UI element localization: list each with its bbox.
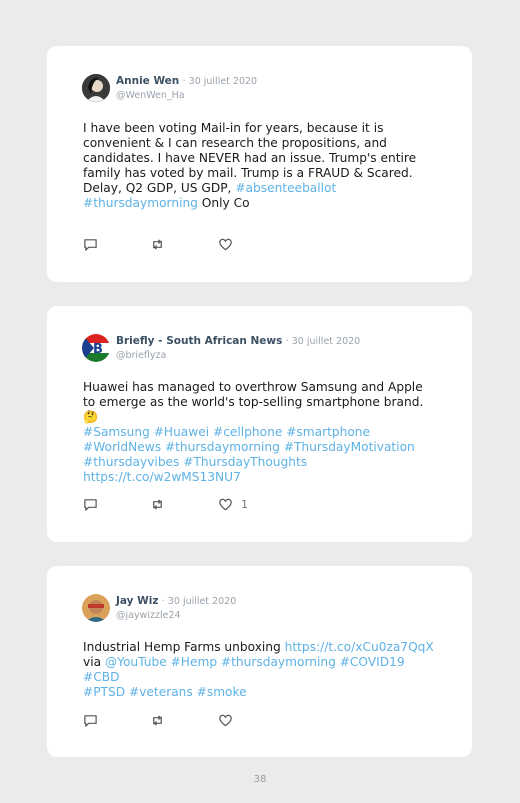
tweet-text-content: Huawei has managed to overthrow Samsung … xyxy=(83,380,424,424)
author-name[interactable]: Annie Wen xyxy=(116,75,179,87)
reply-button[interactable] xyxy=(83,497,98,512)
hashtag-link[interactable]: #absenteeballot xyxy=(235,181,336,195)
reply-button[interactable] xyxy=(83,713,98,728)
retweet-button[interactable] xyxy=(150,237,165,252)
avatar[interactable] xyxy=(82,74,110,102)
tweet-text: I have been voting Mail-in for years, be… xyxy=(83,121,436,211)
like-button[interactable]: 1 xyxy=(218,497,248,512)
tweet-text: Huawei has managed to overthrow Samsung … xyxy=(83,380,436,485)
reply-icon xyxy=(84,239,97,251)
tweet-text-content: via xyxy=(83,655,105,669)
retweet-button[interactable] xyxy=(150,497,165,512)
tweet-date: · 30 juillet 2020 xyxy=(182,76,258,87)
page-number: 38 xyxy=(253,774,267,785)
author-handle[interactable]: @brieflyza xyxy=(116,349,360,363)
retweet-icon xyxy=(153,499,162,510)
hashtag-links[interactable]: #Samsung #Huawei #cellphone #smartphone … xyxy=(83,425,415,469)
retweet-icon xyxy=(153,239,162,250)
like-button[interactable] xyxy=(218,713,241,728)
tweet-url-link[interactable]: https://t.co/w2wMS13NU7 xyxy=(83,470,241,484)
tweet-card: B Briefly - South African News · 30 juil… xyxy=(47,306,472,542)
author-name[interactable]: Jay Wiz xyxy=(116,595,158,607)
retweet-button[interactable] xyxy=(150,713,165,728)
avatar[interactable] xyxy=(82,594,110,622)
tweet-text-content: Only Co xyxy=(197,196,250,210)
heart-icon xyxy=(219,498,232,511)
tweet-date: · 30 juillet 2020 xyxy=(285,336,361,347)
author-name[interactable]: Briefly - South African News xyxy=(116,335,282,347)
heart-icon xyxy=(219,238,232,251)
author-handle[interactable]: @jaywizzle24 xyxy=(116,609,236,623)
avatar[interactable]: B xyxy=(82,334,110,362)
like-button[interactable] xyxy=(218,237,241,252)
reply-icon xyxy=(84,499,97,511)
tweet-text-content: Industrial Hemp Farms unboxing xyxy=(83,640,285,654)
tweet-url-link[interactable]: https://t.co/xCu0za7QqX xyxy=(285,640,434,654)
tweet-text: Industrial Hemp Farms unboxing https://t… xyxy=(83,640,436,700)
hashtag-link[interactable]: #thursdaymorning xyxy=(83,196,198,210)
hashtag-links[interactable]: @YouTube #Hemp #thursdaymorning #COVID19… xyxy=(83,655,405,684)
svg-text:B: B xyxy=(93,342,103,357)
retweet-icon xyxy=(153,715,162,726)
like-count: 1 xyxy=(241,498,248,511)
heart-icon xyxy=(219,714,232,727)
tweet-date: · 30 juillet 2020 xyxy=(161,596,237,607)
author-handle[interactable]: @WenWen_Ha xyxy=(116,89,257,103)
hashtag-links[interactable]: #PTSD #veterans #smoke xyxy=(83,685,247,699)
tweet-card: Annie Wen · 30 juillet 2020 @WenWen_Ha I… xyxy=(47,46,472,282)
tweet-card: Jay Wiz · 30 juillet 2020 @jaywizzle24 I… xyxy=(47,566,472,757)
reply-icon xyxy=(84,715,97,727)
reply-button[interactable] xyxy=(83,237,98,252)
